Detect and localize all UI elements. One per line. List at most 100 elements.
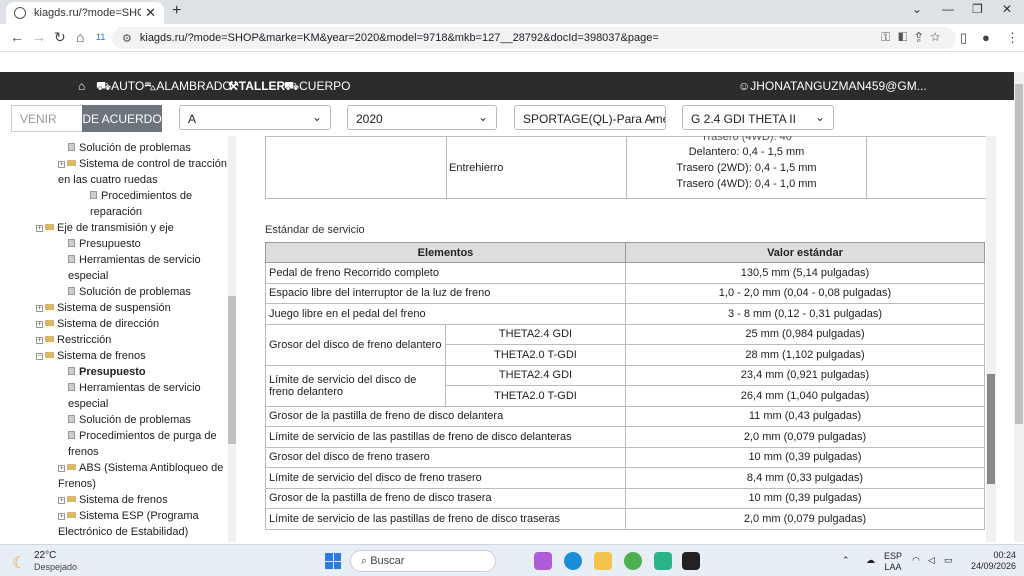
omnibox-actions[interactable]: ⚿◧⇪☆ xyxy=(881,30,948,45)
tree-item[interactable]: + Eje de transmisión y eje xyxy=(36,220,174,236)
tree-item[interactable]: Procedimientos de reparación xyxy=(90,188,226,220)
wifi-icon[interactable]: ◠ xyxy=(912,555,920,566)
expand-icon[interactable]: + xyxy=(58,513,65,520)
weather-temp[interactable]: 22°C xyxy=(34,550,56,561)
expand-icon[interactable]: + xyxy=(58,465,65,472)
minimize-button[interactable]: — xyxy=(942,2,954,16)
battery-icon[interactable]: ▭ xyxy=(944,555,953,566)
nav-cuerpo[interactable]: ⛟CUERPO xyxy=(284,79,350,95)
profile-badge[interactable]: 11 xyxy=(96,32,105,42)
language-line: ESP xyxy=(884,551,903,561)
tree-item-label: Herramientas de servicio especial xyxy=(68,254,201,282)
nav-home[interactable]: ⌂ xyxy=(78,79,85,93)
tree-item[interactable]: + Restricción xyxy=(36,332,111,348)
engine-select[interactable]: G 2.4 GDI THETA II ⌄ xyxy=(682,105,834,130)
tree-item[interactable]: + Sistema de frenos xyxy=(58,492,168,508)
spec-table: Elementos Valor estándar Pedal de freno … xyxy=(265,242,985,530)
close-window-button[interactable]: ✕ xyxy=(1002,2,1012,16)
tree-item[interactable]: + Sistema de control de tracción en las c… xyxy=(58,156,228,188)
entrehierro-label: Entrehierro xyxy=(446,136,627,199)
tree-item[interactable]: Procedimientos de purga de frenos xyxy=(68,428,224,460)
site-info-icon[interactable]: ⚙ xyxy=(122,32,132,45)
tree-item[interactable]: − Sistema de frenos xyxy=(36,348,146,364)
brand-select[interactable]: A ⌄ xyxy=(179,105,331,130)
back-icon[interactable]: ← xyxy=(10,29,24,45)
language-indicator[interactable]: ESP LAA xyxy=(884,551,902,573)
file-explorer-icon[interactable] xyxy=(594,552,612,570)
chevron-down-icon: ⌄ xyxy=(814,110,825,124)
table-row: Grosor de la pastilla de freno de disco … xyxy=(265,487,985,509)
expand-icon[interactable]: + xyxy=(36,225,43,232)
tree-item[interactable]: Presupuesto xyxy=(68,236,141,252)
brand-select-value: A xyxy=(188,112,197,126)
weather-moon-icon[interactable]: ☾ xyxy=(12,553,26,573)
tree-item[interactable]: Solución de problemas xyxy=(68,284,191,300)
weather-desc[interactable]: Despejado xyxy=(34,562,77,572)
maximize-button[interactable]: ❐ xyxy=(972,2,983,16)
tree-item-selected[interactable]: Presupuesto xyxy=(68,364,146,380)
cloud-icon[interactable]: ☁ xyxy=(866,555,875,566)
tree-item[interactable]: + Sistema ESP (Programa Electrónico de Es… xyxy=(58,508,208,540)
expand-icon[interactable]: + xyxy=(36,337,43,344)
taskbar-search[interactable]: ⌕ Buscar xyxy=(350,550,496,572)
tree-item[interactable]: + Sistema de suspensión xyxy=(36,300,171,316)
tab-close-button[interactable]: ✕ xyxy=(145,5,156,21)
tree-item[interactable]: Herramientas de servicio especial xyxy=(68,252,218,284)
year-select[interactable]: 2020 ⌄ xyxy=(347,105,497,130)
browser-tab[interactable]: kiagds.ru/?mode=SHOP&marke ✕ xyxy=(6,2,164,24)
nav-alambrado[interactable]: ⛍ALAMBRADO xyxy=(144,79,232,95)
de-acuerdo-button[interactable]: DE ACUERDO xyxy=(82,105,162,132)
table-row: Grosor del disco de freno trasero 10 mm … xyxy=(265,446,985,468)
table-row: Límite de servicio del disco de freno de… xyxy=(265,364,985,407)
folder-icon xyxy=(67,496,76,502)
tree-item-label: Procedimientos de purga de frenos xyxy=(68,430,217,458)
nav-auto[interactable]: ⛟AUTO xyxy=(96,79,144,95)
sidebar-toggle-icon[interactable]: ▯ xyxy=(960,30,967,46)
expand-icon[interactable]: + xyxy=(58,497,65,504)
model-select[interactable]: SPORTAGE(QL)-Para Amé ⌄ xyxy=(514,105,666,130)
tree-item[interactable]: + Sistema de dirección xyxy=(36,316,159,332)
tree-item-label: Sistema de suspensión xyxy=(57,302,171,314)
volume-icon[interactable]: ◁ xyxy=(928,555,935,566)
engine-select-value: G 2.4 GDI THETA II xyxy=(691,112,796,126)
collapse-icon[interactable]: − xyxy=(36,353,43,360)
windows-start-icon[interactable] xyxy=(325,553,341,569)
avatar[interactable]: ● xyxy=(982,30,990,45)
taskbar: ☾ 22°C Despejado ⌕ Buscar ⌃ ☁ ESP LAA ◠ … xyxy=(0,544,1024,576)
tray-chevron-icon[interactable]: ⌃ xyxy=(842,555,850,566)
sidebar-scrollbar-thumb[interactable] xyxy=(228,296,236,444)
tree-item[interactable]: Solución de problemas xyxy=(68,412,191,428)
expand-icon[interactable]: + xyxy=(58,161,65,168)
item-cell: Espacio libre del interruptor de la luz … xyxy=(265,282,626,304)
chrome-icon[interactable] xyxy=(624,552,642,570)
forward-icon[interactable]: → xyxy=(32,29,46,45)
nav-taller[interactable]: ⚒TALLER xyxy=(228,79,285,93)
new-tab-button[interactable]: + xyxy=(172,2,181,20)
filter-bar: VENIR DE ACUERDO A ⌄ 2020 ⌄ SPORTAGE(QL)… xyxy=(0,100,1014,136)
edge-icon[interactable] xyxy=(564,552,582,570)
page-scrollbar-thumb[interactable] xyxy=(1015,84,1023,424)
content-scrollbar-thumb[interactable] xyxy=(987,374,995,484)
tab-search-icon[interactable]: ⌄ xyxy=(912,2,922,16)
clock[interactable]: 00:24 24/09/2026 xyxy=(968,550,1016,572)
tree-item[interactable]: Herramientas de servicio especial xyxy=(68,380,218,412)
app-icon[interactable] xyxy=(654,552,672,570)
tree-item[interactable]: + ABS (Sistema Antibloqueo de Frenos) xyxy=(58,460,224,492)
item-cell: Límite de servicio del disco de freno de… xyxy=(265,364,446,407)
venir-input[interactable]: VENIR xyxy=(11,105,83,132)
entrehierro-values: Trasero (4WD): 40 Delantero: 0,4 - 1,5 m… xyxy=(626,136,867,199)
expand-icon[interactable]: + xyxy=(36,321,43,328)
menu-icon[interactable]: ⋮ xyxy=(1006,30,1019,46)
app-icon[interactable] xyxy=(682,552,700,570)
home-icon[interactable]: ⌂ xyxy=(76,29,84,45)
expand-icon[interactable]: + xyxy=(36,305,43,312)
nav-cuerpo-label: CUERPO xyxy=(299,79,351,93)
url-bar[interactable]: ⚙ kiagds.ru/?mode=SHOP&marke=KM&year=202… xyxy=(112,27,956,49)
copilot-icon[interactable] xyxy=(534,552,552,570)
tree-item[interactable]: Solución de problemas xyxy=(68,140,191,156)
tree-item-label: Presupuesto xyxy=(79,366,146,378)
nav-user[interactable]: ☺JHONATANGUZMAN459@GM... xyxy=(738,79,927,93)
reload-icon[interactable]: ↻ xyxy=(54,29,66,46)
document-icon xyxy=(68,383,75,391)
tree-item-label: Herramientas de servicio especial xyxy=(68,382,201,410)
